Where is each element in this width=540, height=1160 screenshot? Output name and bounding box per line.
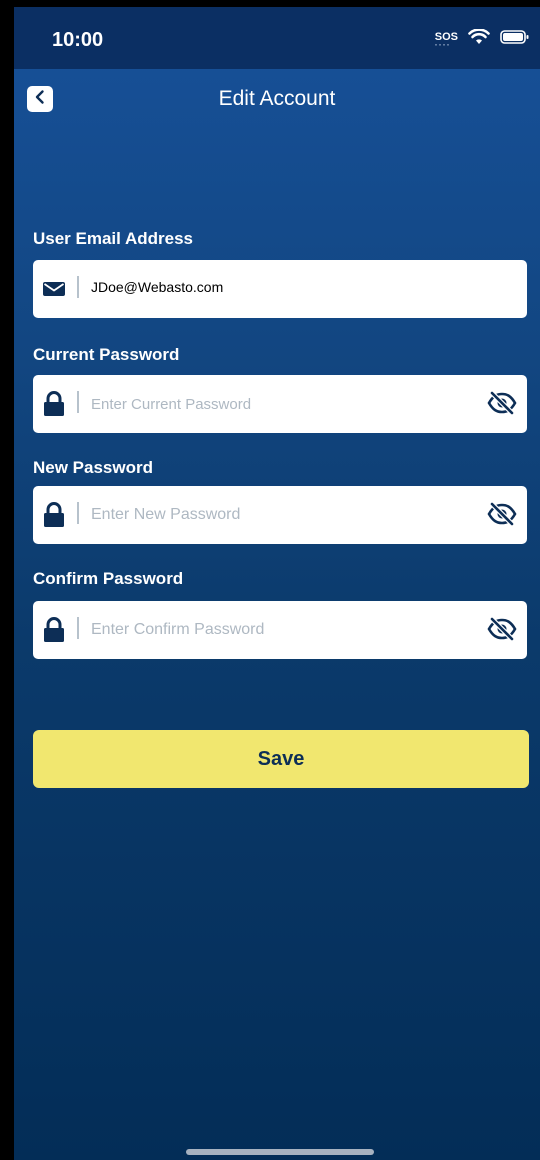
eye-slash-icon[interactable] xyxy=(487,501,517,527)
email-value[interactable]: JDoe@Webasto.com xyxy=(91,279,223,295)
app-screen: 10:00 SOS ···· Edit Account User Email A… xyxy=(14,7,540,1160)
confirm-password-label: Confirm Password xyxy=(33,569,184,588)
lock-icon xyxy=(42,502,66,527)
save-button[interactable]: Save xyxy=(33,730,529,788)
current-password-input[interactable] xyxy=(91,392,471,416)
status-icons: SOS xyxy=(435,27,530,51)
battery-icon xyxy=(500,29,530,50)
home-indicator[interactable] xyxy=(186,1149,374,1155)
current-password-field[interactable] xyxy=(33,375,527,433)
email-label: User Email Address xyxy=(33,229,193,248)
lock-icon xyxy=(42,391,66,416)
field-divider xyxy=(77,502,79,524)
sos-indicator: SOS xyxy=(435,32,458,51)
eye-slash-icon[interactable] xyxy=(487,616,517,642)
new-password-label: New Password xyxy=(33,458,153,477)
status-time: 10:00 xyxy=(52,29,104,51)
confirm-password-field[interactable] xyxy=(33,601,527,659)
wifi-icon xyxy=(468,27,490,50)
navigation-bar: Edit Account xyxy=(14,81,540,121)
page-title: Edit Account xyxy=(218,87,336,110)
current-password-label: Current Password xyxy=(33,345,180,364)
new-password-field[interactable] xyxy=(33,486,527,544)
device-frame: 10:00 SOS ···· Edit Account User Email A… xyxy=(0,0,540,1160)
field-divider xyxy=(77,617,79,639)
email-field[interactable]: JDoe@Webasto.com xyxy=(33,260,527,318)
confirm-password-input[interactable] xyxy=(91,618,471,642)
status-bar: 10:00 SOS xyxy=(14,7,540,69)
field-divider xyxy=(77,391,79,413)
new-password-input[interactable] xyxy=(91,503,471,527)
eye-slash-icon[interactable] xyxy=(487,390,517,416)
field-divider xyxy=(77,276,79,298)
envelope-icon xyxy=(42,277,66,301)
lock-icon xyxy=(42,617,66,642)
